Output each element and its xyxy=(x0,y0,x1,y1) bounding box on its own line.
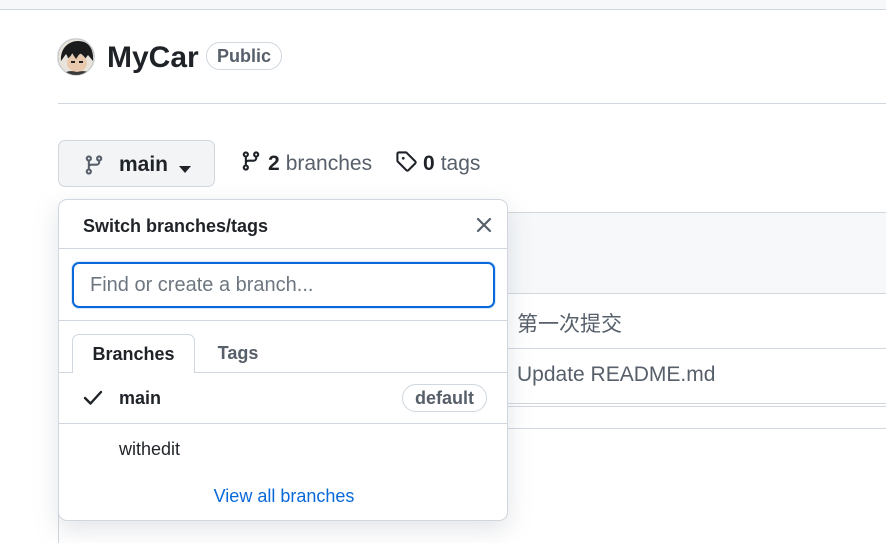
branch-button-label: main xyxy=(119,153,169,176)
avatar[interactable] xyxy=(57,38,95,76)
caret-down-icon xyxy=(179,161,191,179)
avatar-image xyxy=(58,39,94,75)
check-icon xyxy=(83,389,103,412)
branches-count: 2 xyxy=(268,152,280,175)
divider xyxy=(500,428,886,429)
divider xyxy=(59,248,507,249)
default-badge: default xyxy=(402,384,488,412)
branches-link[interactable]: 2 branches xyxy=(240,150,372,178)
commit-message-link[interactable]: 第一次提交 xyxy=(517,308,622,338)
repo-name[interactable]: MyCar xyxy=(107,38,199,78)
tab-branches[interactable]: Branches xyxy=(72,334,195,373)
header-divider xyxy=(58,103,886,104)
divider xyxy=(59,320,507,321)
file-table: 第一次提交 Update README.md xyxy=(500,212,886,407)
table-row: Update README.md xyxy=(500,348,886,404)
branch-search-input[interactable] xyxy=(72,262,495,308)
tab-tags[interactable]: Tags xyxy=(195,334,281,372)
branch-name: main xyxy=(119,388,162,408)
top-bar xyxy=(0,0,886,10)
branches-label: branches xyxy=(285,152,373,175)
close-icon[interactable] xyxy=(473,214,495,236)
branch-select-button[interactable]: main xyxy=(58,140,215,187)
dropdown-title: Switch branches/tags xyxy=(83,216,269,236)
git-branch-icon xyxy=(83,154,105,181)
branch-name: withedit xyxy=(119,439,181,459)
tags-count: 0 xyxy=(423,152,435,175)
visibility-badge: Public xyxy=(206,42,283,70)
commit-message-link[interactable]: Update README.md xyxy=(517,363,715,387)
view-all-branches-link[interactable]: View all branches xyxy=(59,486,507,507)
branch-item-main[interactable]: main default xyxy=(59,373,507,423)
tag-icon xyxy=(395,150,417,178)
branch-item-withedit[interactable]: withedit xyxy=(59,424,507,474)
branch-switcher-dropdown: Switch branches/tags Branches Tags main … xyxy=(58,199,508,521)
file-table-header xyxy=(500,213,886,294)
tags-link[interactable]: 0 tags xyxy=(395,150,480,178)
tags-label: tags xyxy=(440,152,481,175)
git-branch-icon xyxy=(240,150,262,178)
table-row: 第一次提交 xyxy=(500,293,886,349)
